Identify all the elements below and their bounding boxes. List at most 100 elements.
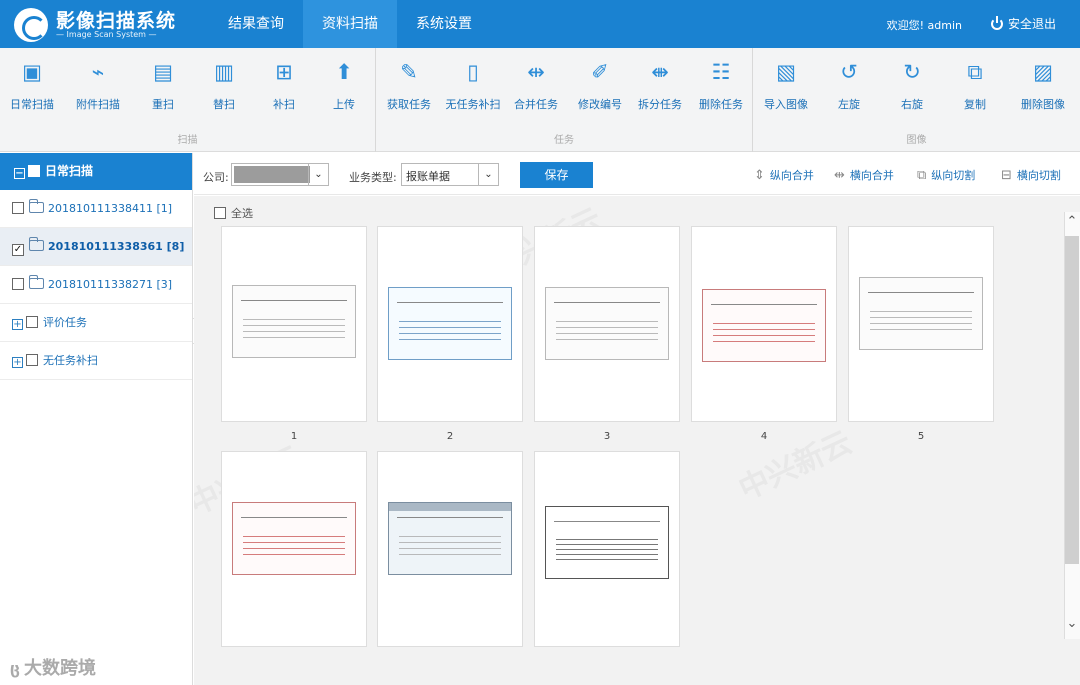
select-all-label: 全选 — [231, 207, 253, 220]
save-button[interactable]: 保存 — [520, 162, 593, 188]
task-tool-group: ✎ 获取任务 ▯ 无任务补扫 ⇹ 合并任务 ✐ 修改编号 ⇼ 拆分任务 ☷ 删除任务任务 — [376, 48, 753, 152]
horizontal-merge-button[interactable]: ⇹ 横向合并 — [834, 167, 894, 183]
main-nav: 结果查询 资料扫描 系统设置 — [209, 0, 491, 48]
company-label: 公司: — [203, 171, 229, 184]
tool-folder-plus-button[interactable]: ▣ 日常扫描 — [0, 56, 64, 120]
task-2-checkbox[interactable]: ✓ — [12, 244, 24, 256]
vertical-merge-button[interactable]: ⇕ 纵向合并 — [754, 167, 814, 183]
nav-results[interactable]: 结果查询 — [209, 0, 303, 48]
image-thumbnail[interactable] — [534, 451, 680, 647]
company-select-value — [234, 166, 310, 183]
scroll-up-icon[interactable]: ⌃ — [1064, 214, 1080, 232]
tool-rotate-left-button[interactable]: ↺ 左旋 — [817, 56, 881, 120]
power-icon — [990, 16, 1003, 30]
tree-item-task-1[interactable]: 201810111338411 [1] — [0, 190, 192, 228]
tool-label: 无任务补扫 — [445, 98, 501, 111]
tool-edit-button[interactable]: ✎ 获取任务 — [377, 56, 441, 120]
tree-item-task-3[interactable]: 201810111338271 [3] — [0, 266, 192, 304]
business-type-label: 业务类型: — [349, 171, 397, 184]
image-thumbnail[interactable] — [848, 226, 994, 422]
tool-label: 合并任务 — [514, 98, 558, 111]
tool-label: 上传 — [333, 98, 355, 111]
tool-label: 复制 — [964, 98, 986, 111]
tool-label: 右旋 — [901, 98, 923, 111]
logout-button[interactable]: 安全退出 — [990, 15, 1056, 32]
image-thumbnail[interactable] — [691, 226, 837, 422]
expand-tree-icon[interactable]: + — [12, 357, 23, 368]
ribbon-toolbar: ▣ 日常扫描 ⌁ 附件扫描 ▤ 重扫 ▥ 替扫 ⊞ 补扫 ⬆ 上传 扫描 ✎ 获取任务 ▯ 无任务补扫 ⇹ 合并任… — [0, 48, 1080, 152]
folder-icon — [29, 199, 44, 213]
screen-title-bar — [389, 503, 511, 511]
no-task-rescan-checkbox[interactable] — [26, 354, 38, 366]
horizontal-cut-button[interactable]: ⊟ 横向切割 — [1001, 167, 1061, 183]
tool-label: 拆分任务 — [638, 98, 682, 111]
logout-label: 安全退出 — [1007, 17, 1056, 31]
tree-header-daily-scan[interactable]: − 日常扫描 — [0, 153, 192, 190]
tool-delete-list-button[interactable]: ☷ 删除任务 — [689, 56, 753, 120]
no-task-rescan-label: 无任务补扫 — [43, 354, 98, 367]
business-type-select[interactable]: 报账单据 ⌄ — [401, 163, 499, 186]
tool-duplicate-button[interactable]: ⧉ 复制 — [943, 56, 1007, 120]
scroll-down-icon[interactable]: ⌄ — [1064, 616, 1080, 634]
task-1-label: 201810111338411 [1] — [48, 202, 173, 215]
tree-header-checkbox[interactable] — [28, 165, 40, 177]
tool-add-document-button[interactable]: ⊞ 补扫 — [252, 56, 316, 120]
image-thumbnail[interactable] — [221, 226, 367, 422]
image-thumbnail[interactable] — [221, 451, 367, 647]
tool-delete-image-button[interactable]: ▨ 删除图像 — [1011, 56, 1075, 120]
tool-split-button[interactable]: ⇼ 拆分任务 — [628, 56, 692, 120]
scanned-document-image — [232, 502, 356, 575]
tool-paperclip-button[interactable]: ⌁ 附件扫描 — [66, 56, 130, 120]
duplicate-icon: ⧉ — [967, 60, 983, 84]
collapse-tree-icon[interactable]: − — [14, 168, 25, 179]
select-all-checkbox[interactable]: 全选 — [214, 205, 253, 221]
image-thumbnail[interactable] — [534, 226, 680, 422]
expand-tree-icon[interactable]: + — [12, 319, 23, 330]
tool-label: 删除任务 — [699, 98, 743, 111]
tool-label: 附件扫描 — [76, 98, 120, 111]
edit-document-icon: ✐ — [591, 60, 609, 84]
tool-edit-document-button[interactable]: ✐ 修改编号 — [568, 56, 632, 120]
tree-header-label: 日常扫描 — [45, 164, 94, 178]
horizontal-cut-icon: ⊟ — [1001, 168, 1012, 183]
tool-label: 导入图像 — [764, 98, 808, 111]
nav-scan[interactable]: 资料扫描 — [303, 0, 397, 48]
delete-image-icon: ▨ — [1033, 60, 1053, 84]
thumbnail-number: 5 — [917, 431, 925, 442]
tree-item-no-task-rescan[interactable]: + 无任务补扫 — [0, 342, 192, 380]
evaluation-checkbox[interactable] — [26, 316, 38, 328]
task-1-checkbox[interactable] — [12, 202, 24, 214]
tool-copy-document-button[interactable]: ▥ 替扫 — [192, 56, 256, 120]
app-header: 影像扫描系统 — Image Scan System — 结果查询 资料扫描 系… — [0, 0, 1080, 48]
scanned-document-image — [232, 285, 356, 358]
split-icon: ⇼ — [651, 60, 669, 84]
tool-label: 修改编号 — [578, 98, 622, 111]
left-panel: − 日常扫描 201810111338411 [1] ✓ 2018101113383… — [0, 153, 193, 685]
rotate-right-icon: ↻ — [903, 60, 921, 84]
thumbnail-number: 2 — [446, 431, 454, 442]
toolbar-group-caption: 任务 — [554, 135, 574, 146]
tree-item-evaluation[interactable]: + 评价任务 — [0, 304, 192, 342]
add-document-icon: ⊞ — [275, 60, 293, 84]
scanned-document-image — [545, 287, 669, 360]
vertical-cut-button[interactable]: ⧉ 纵向切割 — [917, 167, 975, 183]
select-all-box[interactable] — [214, 207, 226, 219]
tool-import-image-button[interactable]: ▧ 导入图像 — [754, 56, 818, 120]
nav-settings[interactable]: 系统设置 — [397, 0, 491, 48]
tree-item-task-2[interactable]: ✓ 201810111338361 [8] — [0, 228, 192, 266]
task-3-checkbox[interactable] — [12, 278, 24, 290]
scrollbar-thumb[interactable] — [1065, 236, 1079, 564]
company-select[interactable]: ⌄ — [231, 163, 329, 186]
scanned-document-image — [388, 502, 512, 575]
image-thumbnail[interactable] — [377, 226, 523, 422]
tool-rotate-right-button[interactable]: ↻ 右旋 — [880, 56, 944, 120]
tool-document-button[interactable]: ▤ 重扫 — [131, 56, 195, 120]
scanned-document-image — [388, 287, 512, 360]
tool-merge-button[interactable]: ⇹ 合并任务 — [504, 56, 568, 120]
image-thumbnail[interactable] — [377, 451, 523, 647]
tool-label: 删除图像 — [1021, 98, 1065, 111]
tool-upload-button[interactable]: ⬆ 上传 — [312, 56, 376, 120]
filter-bar: 公司: ⌄ 业务类型: 报账单据 ⌄ 保存 ⇕ 纵向合并 ⇹ 横向合并 ⧉ 纵向切割 … — [194, 153, 1080, 195]
app-title: 影像扫描系统 — [56, 10, 177, 32]
tool-blank-document-button[interactable]: ▯ 无任务补扫 — [441, 56, 505, 120]
